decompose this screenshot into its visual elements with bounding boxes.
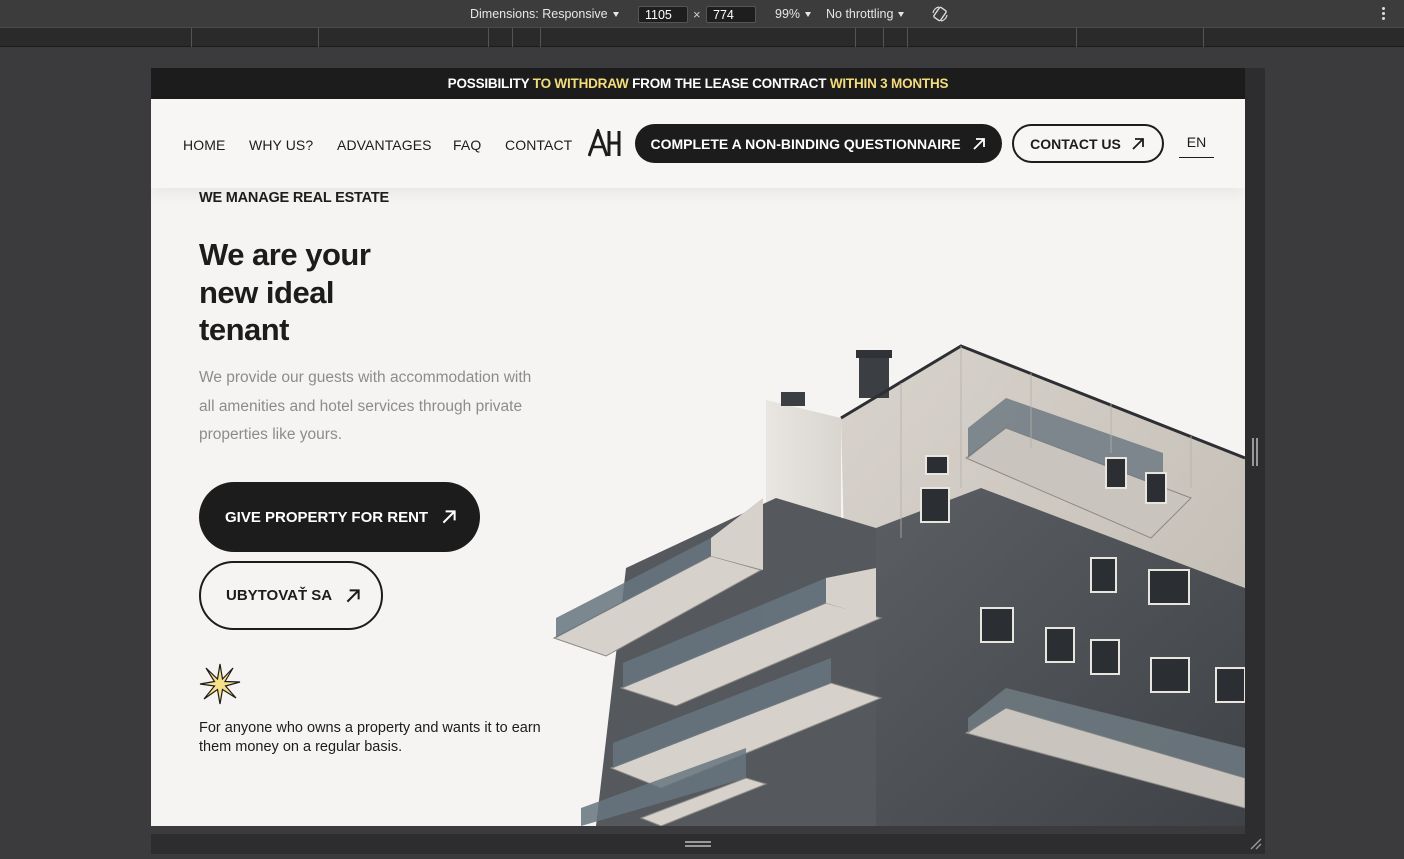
arrow-up-right-icon [442,510,456,524]
contact-us-button-label: CONTACT US [1030,135,1121,152]
building-photo [552,344,1245,826]
width-input[interactable]: 1105 [638,6,688,23]
arrow-up-right-icon [972,137,985,150]
throttling-label: No throttling [826,7,894,21]
contact-us-button[interactable]: CONTACT US [1012,124,1164,163]
nav-faq[interactable]: FAQ [453,137,481,153]
zoom-label: 99% [775,7,801,21]
arrow-up-right-icon [346,588,360,602]
nav-advantages[interactable]: ADVANTAGES [337,137,432,153]
announcement-bar: POSSIBILITY TO WITHDRAW FROM THE LEASE C… [151,68,1245,99]
dimensions-label: Dimensions: Responsive [470,7,608,21]
hero-eyebrow: WE MANAGE REAL ESTATE [199,190,389,206]
sparkle-star-icon [199,663,241,705]
navbar: HOME WHY US? ADVANTAGES FAQ CONTACT COMP… [151,99,1245,188]
questionnaire-button-label: COMPLETE A NON-BINDING QUESTIONNAIRE [650,135,961,152]
announcement-text-1: POSSIBILITY [447,76,533,91]
resize-handle-bottom[interactable] [151,834,1265,854]
chevron-down-icon [805,11,812,17]
headline-line-1: We are your [199,237,371,272]
arrow-up-right-icon [1132,137,1144,150]
rotate-device-icon[interactable] [931,5,949,23]
questionnaire-button[interactable]: COMPLETE A NON-BINDING QUESTIONNAIRE [635,124,1002,163]
nav-contact[interactable]: CONTACT [505,137,572,153]
throttling-dropdown[interactable]: No throttling [826,7,905,21]
headline-line-3: tenant [199,312,290,347]
brand-logo[interactable] [588,129,622,157]
devtools-device-toolbar: Dimensions: Responsive 1105 × 774 99% No… [0,0,1404,28]
headline-line-2: new ideal [199,274,335,310]
media-query-ruler [0,28,1404,47]
hero-description: We provide our guests with accommodation… [199,369,532,443]
language-switcher[interactable]: EN [1179,134,1214,158]
chevron-down-icon [898,11,905,17]
kebab-menu-icon[interactable] [1377,6,1389,22]
accommodation-button[interactable]: UBYTOVAŤ SA [199,561,383,630]
resize-handle-right[interactable] [1245,68,1265,834]
give-property-label: GIVE PROPERTY FOR RENT [225,508,429,526]
dimensions-dropdown[interactable]: Dimensions: Responsive [470,7,619,21]
nav-why-us[interactable]: WHY US? [249,137,313,153]
resize-corner-icon[interactable] [1248,836,1262,850]
hero-tagline: For anyone who owns a property and wants… [199,720,541,755]
announcement-highlight-2: WITHIN 3 MONTHS [829,76,949,91]
nav-home[interactable]: HOME [183,137,225,153]
height-input[interactable]: 774 [706,6,756,23]
accommodation-label: UBYTOVAŤ SA [226,587,333,604]
announcement-highlight-1: TO WITHDRAW [532,76,629,91]
announcement-text-2: FROM THE LEASE CONTRACT [628,76,830,91]
times-separator: × [693,7,701,22]
chevron-down-icon [612,11,619,17]
hero-headline: We are your new ideal tenant [199,236,459,349]
zoom-dropdown[interactable]: 99% [775,7,812,21]
give-property-button[interactable]: GIVE PROPERTY FOR RENT [199,482,480,552]
web-page: POSSIBILITY TO WITHDRAW FROM THE LEASE C… [151,68,1245,826]
